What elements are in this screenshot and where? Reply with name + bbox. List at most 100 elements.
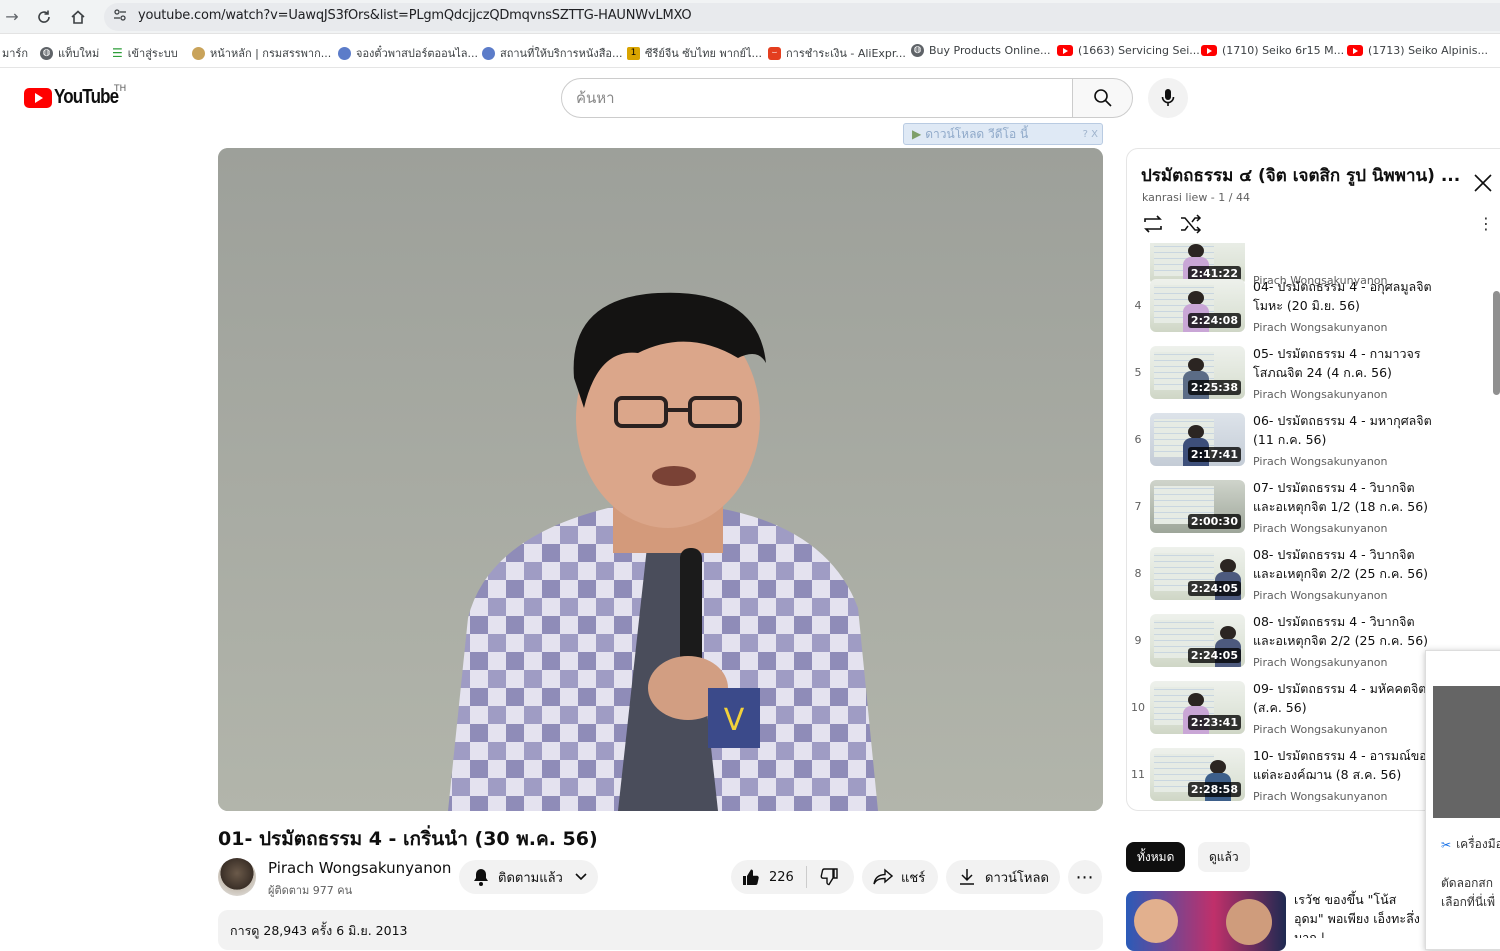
face-illustration [1226,899,1272,945]
item-index: 10 [1131,701,1145,714]
item-index: 8 [1134,567,1142,580]
extension-help[interactable]: ? X [1083,129,1098,140]
playlist-item[interactable]: 8 2:24:05 08- ปรมัตถธรรม 4 - วิบากจิต แล… [1126,545,1500,612]
bookmark-item[interactable]: หน้าหลัก | กรมสรรพาก... [192,44,331,62]
bookmark-label: Buy Products Online... [929,44,1051,57]
shuffle-playlist-button[interactable] [1179,213,1203,235]
repeat-icon [1144,215,1162,233]
forward-icon[interactable]: → [0,5,24,29]
item-title: 06- ปรมัตถธรรม 4 - มหากุศลจิต (11 ก.ค. 5… [1253,413,1432,447]
playlist-item[interactable]: 4 2:24:08 04- ปรมัตถธรรม 4 - อกุศลมูลจิต… [1126,277,1500,344]
recommendation-thumbnail[interactable] [1126,891,1286,951]
item-channel: Pirach Wongsakunyanon [1253,522,1388,535]
download-extension-button[interactable]: ▶ ดาวน์โหลด วีดีโอ นี้ ? X [903,123,1103,145]
globe-icon: ◍ [40,46,53,60]
search-button[interactable] [1072,78,1133,118]
play-icon: ▶ [912,127,922,141]
video-thumbnail: 2:24:08 [1150,279,1245,332]
popup-preview [1433,686,1500,818]
loop-playlist-button[interactable] [1141,213,1165,235]
video-thumbnail: 2:23:41 [1150,681,1245,734]
duration-badge: 2:24:08 [1187,313,1241,328]
video-player[interactable]: V [218,148,1103,811]
green-menu-icon: ☰ [112,46,123,60]
youtube-play-icon [24,87,52,108]
scissors-icon: ✂ [1441,837,1452,852]
item-channel: Pirach Wongsakunyanon [1253,321,1388,334]
search-input[interactable] [561,78,1073,118]
bookmark-item[interactable]: 1 ซีรีย์จีน ซับไทย พากย์ไ... [627,44,762,62]
item-channel: Pirach Wongsakunyanon [1253,388,1388,401]
bookmark-item[interactable]: มาร์ก [2,44,28,62]
video-frame: V [218,148,1103,811]
recommendation-title[interactable]: เรวัช ของขึ้น "โน้ส อุดม" พอเพียง เอ็งทะ… [1294,890,1424,938]
video-thumbnail: 2:24:05 [1150,614,1245,667]
like-button[interactable]: 226 [741,867,794,887]
chip-all[interactable]: ทั้งหมด [1126,842,1186,872]
bookmark-item[interactable]: (1710) Seiko 6r15 M... [1201,44,1344,57]
bookmark-item[interactable]: สถานที่ให้บริการหนังสือ... [482,44,623,62]
playlist-item[interactable]: 7 2:00:30 07- ปรมัตถธรรม 4 - วิบากจิต แล… [1126,478,1500,545]
svg-text:V: V [724,703,745,738]
blue-seal-icon [338,46,351,60]
item-title: 09- ปรมัตถธรรม 4 - มหัคคตจิต (ส.ค. 56) [1253,681,1427,715]
item-title: 08- ปรมัตถธรรม 4 - วิบากจิต และอเหตุกจิต… [1253,614,1429,648]
bookmark-item[interactable]: (1663) Servicing Sei... [1057,44,1200,57]
bookmark-item[interactable]: จองตั๋วพาสปอร์ตออนไล... [338,44,478,62]
youtube-icon [1347,45,1363,56]
bookmark-label: สถานที่ให้บริการหนังสือ... [500,47,623,60]
playlist-subtitle[interactable]: kanrasi liew - 1 / 44 [1142,191,1250,204]
more-actions-button[interactable]: ⋯ [1068,860,1102,894]
bookmark-label: หน้าหลัก | กรมสรรพาก... [210,47,332,60]
url-text[interactable]: youtube.com/watch?v=UawqJS3fOrs&list=PLg… [138,8,692,23]
video-title: 01- ปรมัตถธรรม 4 - เกริ่นนำ (30 พ.ค. 56) [218,828,598,850]
channel-avatar[interactable] [218,858,256,896]
thumbs-up-icon [743,869,759,886]
yellow-box-icon: 1 [627,46,640,60]
chip-watched[interactable]: ดูแล้ว [1198,842,1250,872]
bookmark-item[interactable]: ◍ แท็บใหม่ [40,44,99,62]
bookmark-label: (1663) Servicing Sei... [1078,44,1200,57]
youtube-icon [1057,45,1073,56]
bookmark-label: มาร์ก [2,47,28,60]
popup-tool-row[interactable]: ✂ เครื่องมือ [1441,835,1500,854]
bookmark-item[interactable]: ◍ Buy Products Online... [911,44,1051,57]
reload-icon[interactable] [32,5,56,29]
views-and-date: การดู 28,943 ครั้ง 6 มิ.ย. 2013 [230,923,408,938]
playlist-item[interactable]: 5 2:25:38 05- ปรมัตถธรรม 4 - กามาวจรโสภณ… [1126,344,1500,411]
playlist-item[interactable]: 6 2:17:41 06- ปรมัตถธรรม 4 - มหากุศลจิต … [1126,411,1500,478]
playlist-scrollbar[interactable] [1493,291,1500,395]
search-icon [1093,89,1112,107]
video-thumbnail: 2:00:30 [1150,480,1245,533]
like-count: 226 [769,869,794,885]
divider [805,866,807,888]
item-title: 05- ปรมัตถธรรม 4 - กามาวจรโสภณจิต 24 (4 … [1253,346,1421,380]
playlist-menu-icon[interactable]: ⋮ [1478,214,1494,234]
bookmark-item[interactable]: (1713) Seiko Alpinis... [1347,44,1488,57]
home-icon[interactable] [66,5,90,29]
item-index: 11 [1131,768,1145,781]
globe-icon: ◍ [911,44,924,57]
item-title: 04- ปรมัตถธรรม 4 - อกุศลมูลจิต โมหะ (20 … [1253,279,1432,313]
more-horizontal-icon: ⋯ [1075,866,1095,888]
share-button[interactable]: แชร์ [862,860,938,894]
site-settings-icon[interactable] [112,9,128,25]
close-playlist-button[interactable] [1472,172,1494,194]
dislike-button[interactable] [819,867,839,887]
youtube-icon [1201,45,1217,56]
voice-search-button[interactable] [1148,78,1188,118]
share-icon [873,868,893,885]
download-icon [960,869,974,885]
browser-toolbar: → youtube.com/watch?v=UawqJS3fOrs&list=P… [0,0,1500,34]
playlist-title[interactable]: ปรมัตถธรรม ๔ (จิต เจตสิก รูป นิพพาน) ... [1141,162,1461,189]
duration-badge: 2:28:58 [1187,782,1241,797]
bookmark-item[interactable]: ☰ เข้าสู่ระบบ [112,44,178,62]
duration-badge: 2:25:38 [1187,380,1241,395]
channel-name[interactable]: Pirach Wongsakunyanon [268,859,451,877]
microphone-icon [1161,89,1175,106]
share-label: แชร์ [901,870,926,886]
download-button[interactable]: ดาวน์โหลด [946,860,1060,894]
item-channel: Pirach Wongsakunyanon [1253,656,1388,669]
subscribed-button[interactable]: ติดตามแล้ว [459,860,598,894]
bookmark-item[interactable]: ⌣ การชำระเงิน - AliExpr... [768,44,906,62]
